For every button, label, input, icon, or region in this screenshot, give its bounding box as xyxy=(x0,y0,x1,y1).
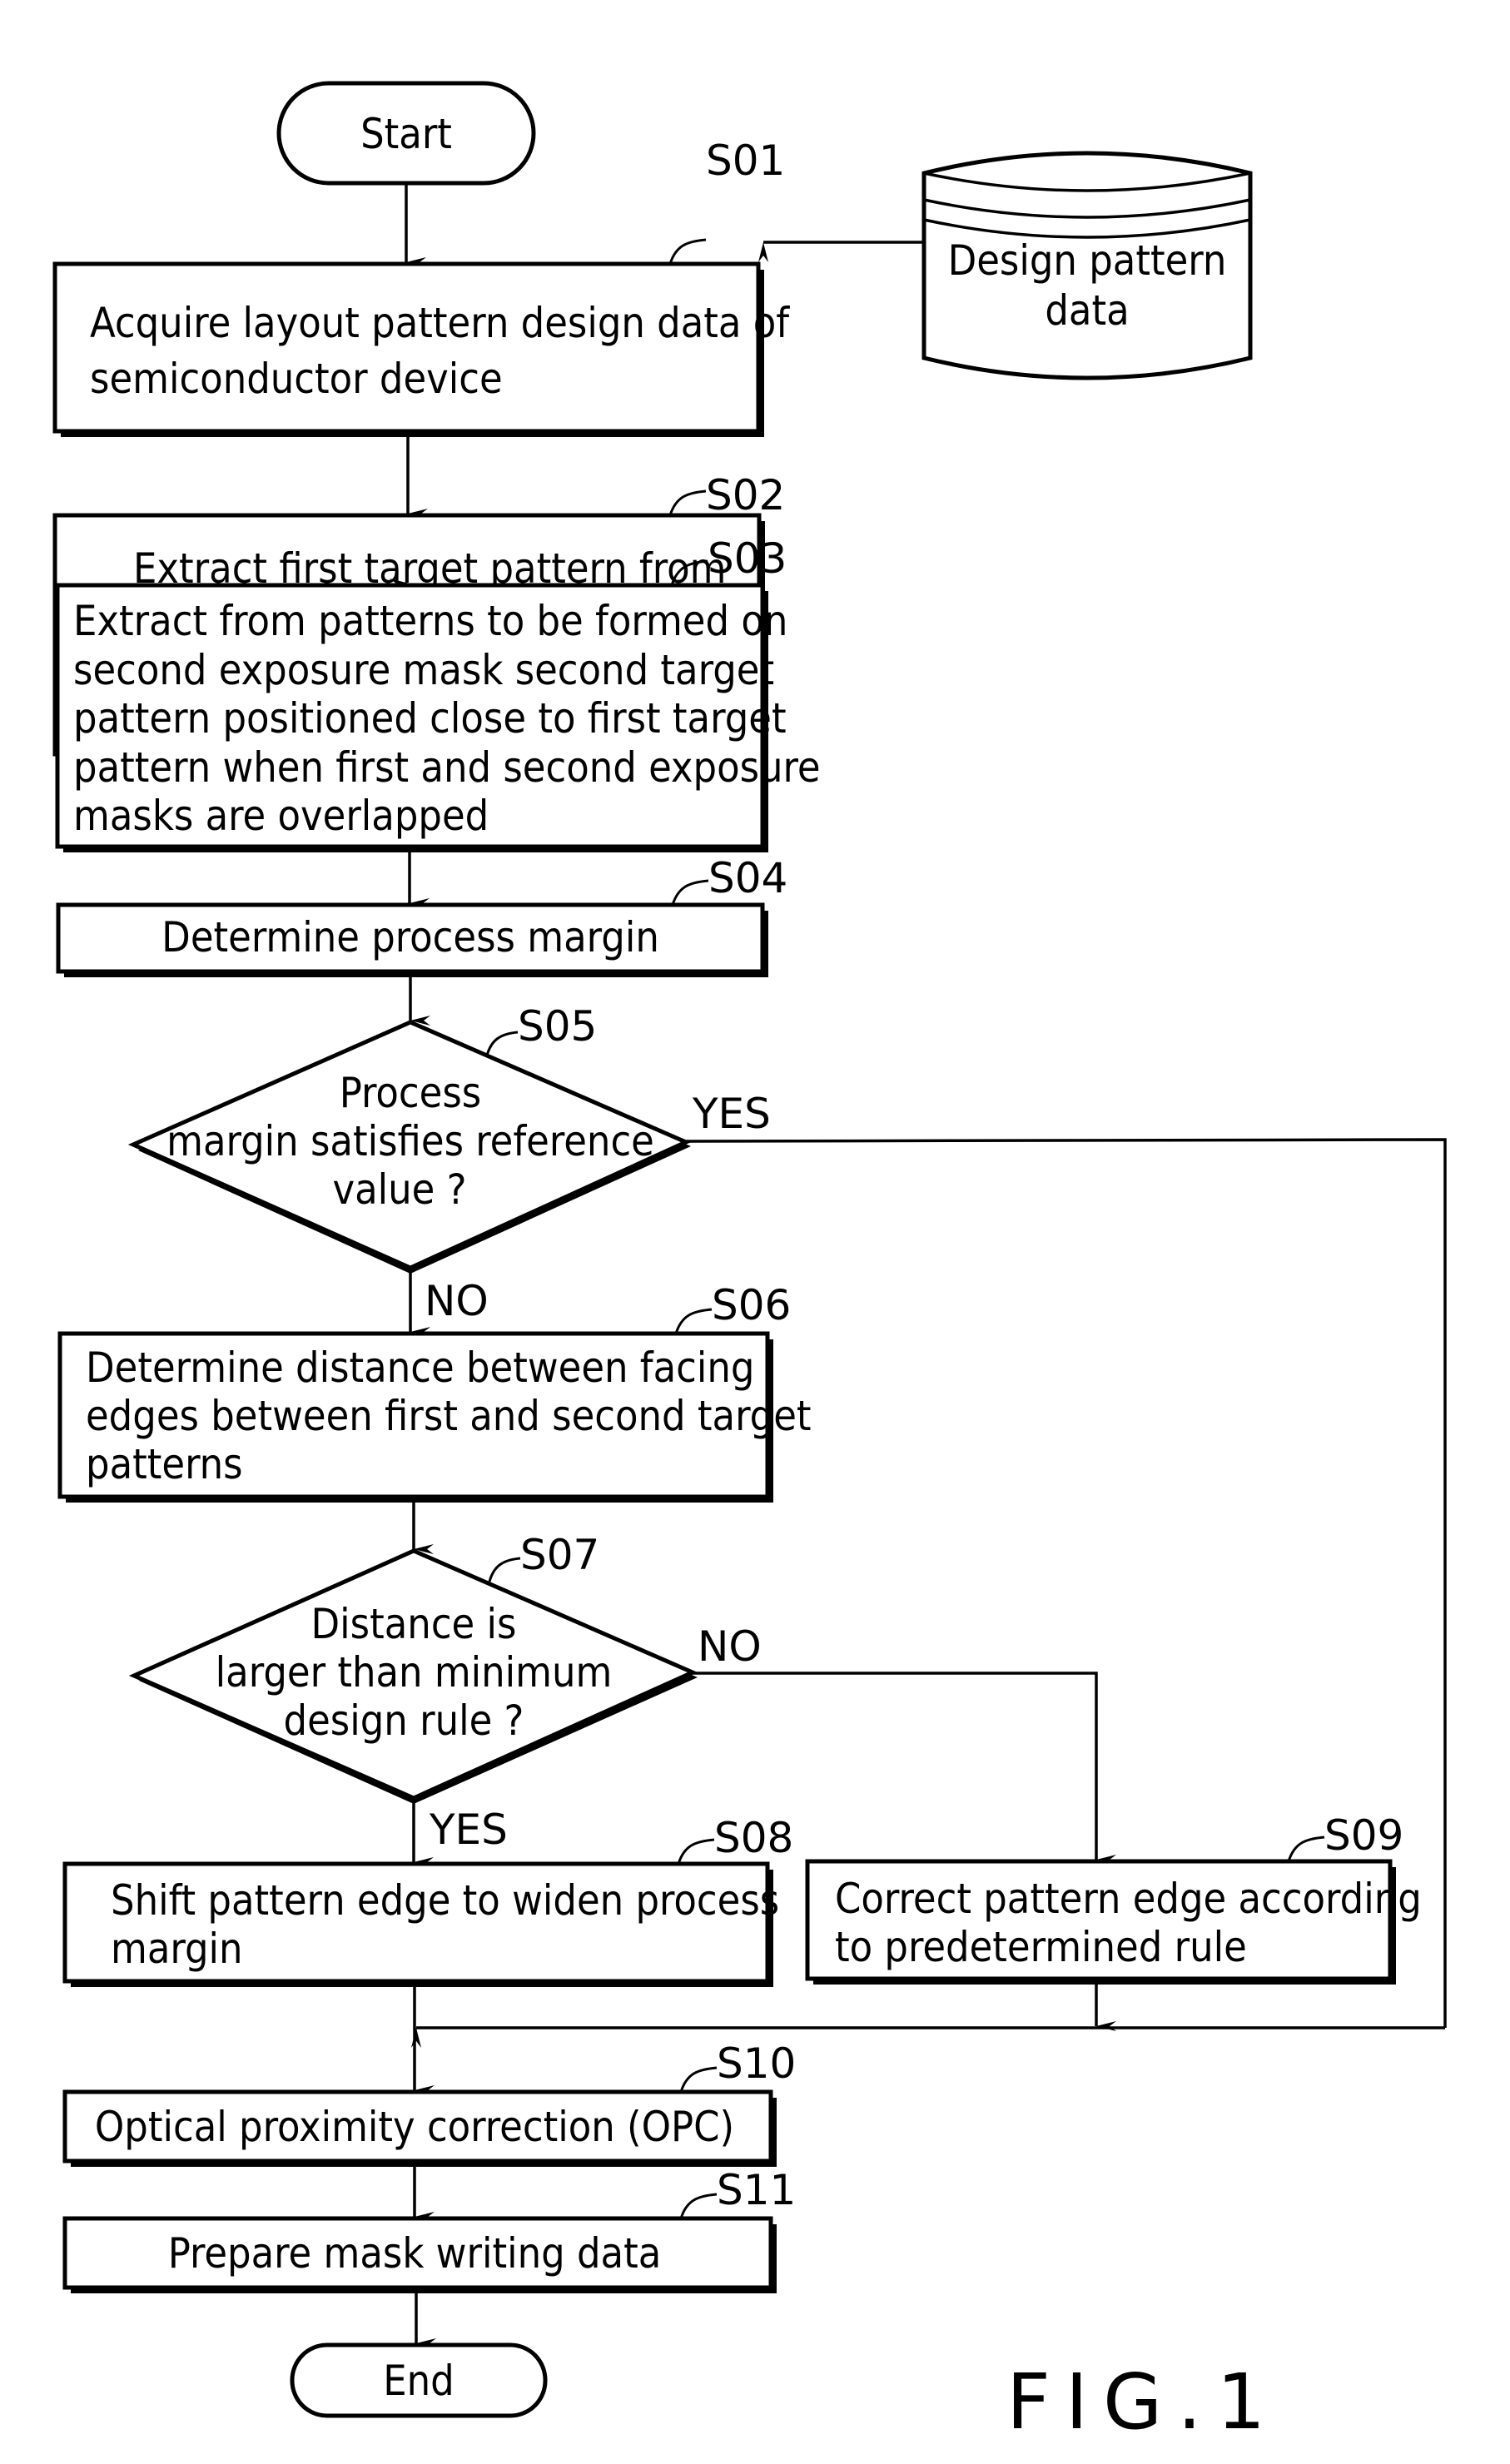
s10-id: S10 xyxy=(717,2039,796,2088)
start-label: Start xyxy=(360,110,452,158)
end-terminal: End xyxy=(290,2342,548,2418)
s03-id: S03 xyxy=(708,534,787,583)
s07-line-3: design rule ? xyxy=(284,1696,524,1745)
s07-id: S07 xyxy=(520,1531,599,1579)
s03-line-1: Extract from patterns to be formed on xyxy=(73,597,787,645)
s11-leader xyxy=(679,2193,718,2219)
s05-yes-label: YES xyxy=(692,1090,771,1138)
s07-no-label: NO xyxy=(698,1622,762,1671)
s04-leader xyxy=(671,879,709,906)
s09-id: S09 xyxy=(1324,1811,1403,1860)
s03-line-5: masks are overlapped xyxy=(73,792,489,840)
step-s04: Determine process margin S04 xyxy=(56,854,787,977)
s09-line-1: Correct pattern edge according xyxy=(835,1875,1422,1923)
s11-id: S11 xyxy=(717,2166,796,2214)
s02-id: S02 xyxy=(706,471,785,519)
s05-line-1: Process xyxy=(340,1069,481,1117)
s01-line-1: Acquire layout pattern design data of xyxy=(90,299,790,347)
s10-leader xyxy=(679,2066,718,2093)
step-s11: Prepare mask writing data S11 xyxy=(62,2166,796,2293)
s06-line-3: patterns xyxy=(86,1440,243,1488)
s07-leader xyxy=(488,1557,521,1582)
database-label-line-2: data xyxy=(1045,286,1129,335)
decision-s05: Process margin satisfies reference value… xyxy=(127,1002,771,1325)
s08-id: S08 xyxy=(714,1814,793,1862)
s03-line-3: pattern positioned close to first target xyxy=(73,694,787,743)
s06-line-2: edges between first and second target xyxy=(86,1392,812,1440)
s03-line-2: second exposure mask second target xyxy=(73,646,774,694)
s01-id: S01 xyxy=(706,137,785,185)
figure-label: FIG.1 xyxy=(1006,2357,1280,2447)
s11-line-1: Prepare mask writing data xyxy=(168,2229,662,2278)
s01-line-2: semiconductor device xyxy=(90,355,503,403)
s07-line-1: Distance is xyxy=(311,1600,517,1648)
s06-line-1: Determine distance between facing xyxy=(86,1344,755,1392)
decision-s07: Distance is larger than minimum design r… xyxy=(128,1531,762,1854)
step-s09: Correct pattern edge according to predet… xyxy=(805,1811,1422,1985)
start-terminal: Start xyxy=(276,81,536,186)
s01-leader xyxy=(668,238,707,265)
s09-leader xyxy=(1287,1836,1325,1862)
s05-no-label: NO xyxy=(425,1277,489,1325)
s05-line-2: margin satisfies reference xyxy=(166,1117,654,1165)
s06-leader xyxy=(674,1308,713,1334)
s07-line-2: larger than minimum xyxy=(216,1648,613,1696)
step-s10: Optical proximity correction (OPC) S10 xyxy=(62,2039,796,2167)
s10-line-1: Optical proximity correction (OPC) xyxy=(95,2103,734,2151)
database-label-line-1: Design pattern xyxy=(948,236,1227,285)
s07-yes-label: YES xyxy=(429,1806,508,1854)
s05-line-3: value ? xyxy=(332,1165,466,1214)
s04-line-1: Determine process margin xyxy=(161,913,659,961)
s05-id: S05 xyxy=(518,1002,597,1051)
s08-line-2: margin xyxy=(111,1925,243,1973)
flowchart: Start Acquire layout pattern design data… xyxy=(52,81,1447,2447)
s08-leader xyxy=(677,1838,715,1865)
s02-leader xyxy=(668,489,707,516)
s04-id: S04 xyxy=(708,854,787,902)
s03-line-4: pattern when first and second exposure xyxy=(73,743,821,792)
s05-leader xyxy=(485,1031,519,1056)
end-label: End xyxy=(383,2357,454,2405)
design-pattern-database: Design pattern data xyxy=(921,151,1253,380)
s06-id: S06 xyxy=(712,1281,791,1329)
s09-line-2: to predetermined rule xyxy=(835,1923,1247,1971)
s08-line-1: Shift pattern edge to widen process xyxy=(111,1876,779,1925)
